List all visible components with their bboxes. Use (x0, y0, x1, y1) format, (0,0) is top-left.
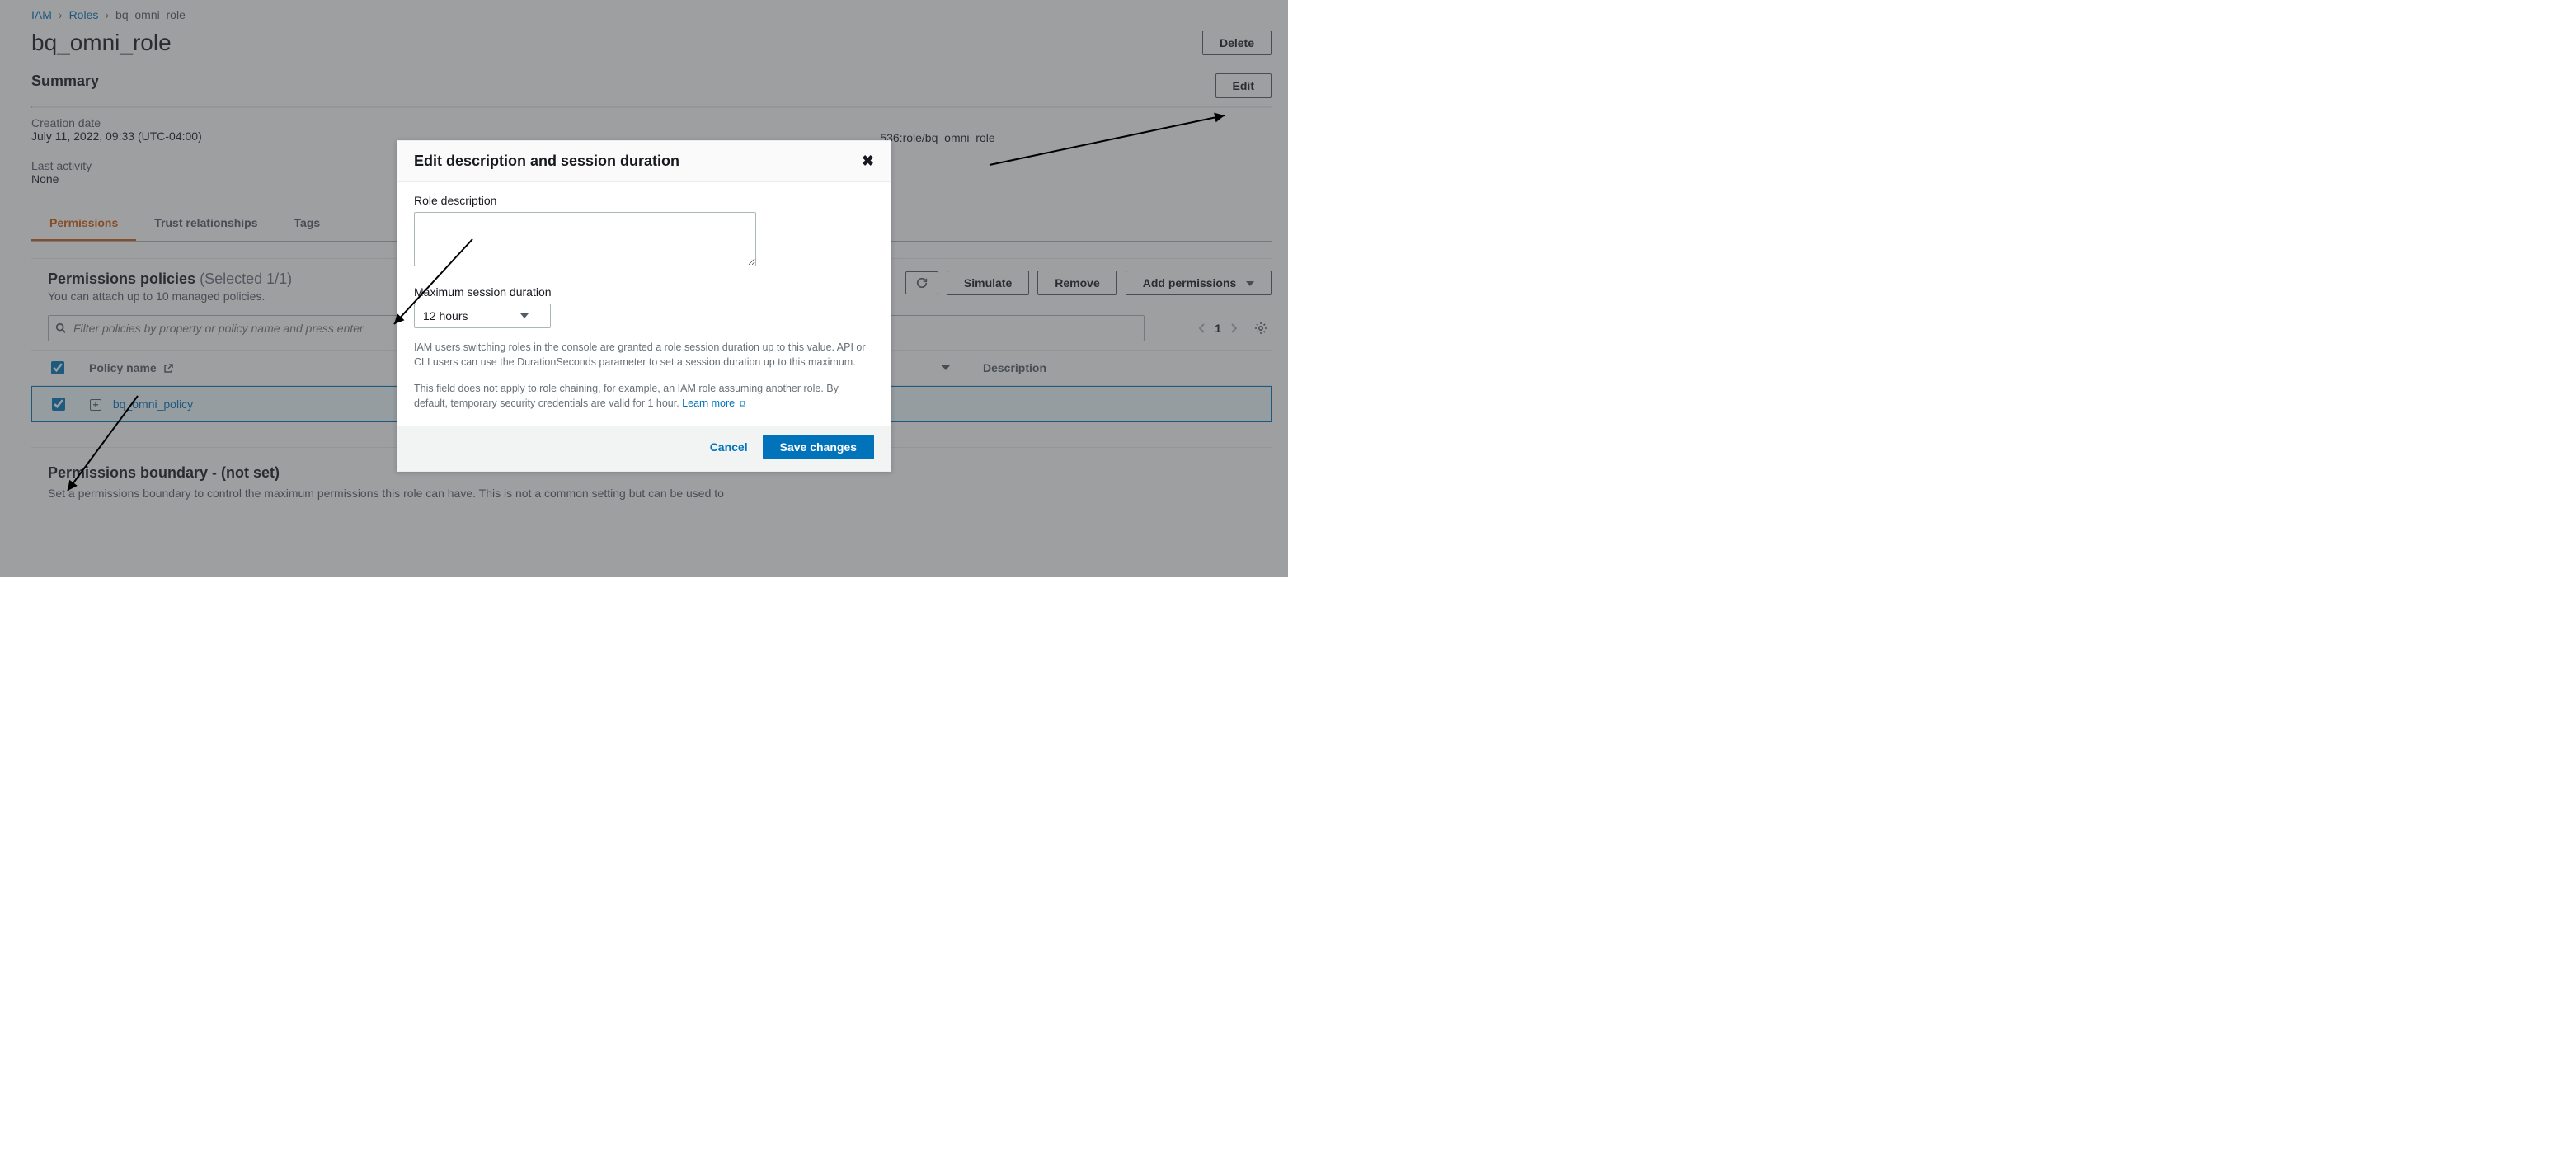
help-text-2-body: This field does not apply to role chaini… (414, 383, 839, 409)
save-changes-button[interactable]: Save changes (763, 435, 874, 459)
help-text-1: IAM users switching roles in the console… (414, 340, 874, 369)
session-duration-value: 12 hours (423, 309, 468, 322)
help-text-2: This field does not apply to role chaini… (414, 381, 874, 412)
role-description-label: Role description (414, 194, 874, 207)
modal-title: Edit description and session duration (414, 153, 679, 170)
caret-down-icon (520, 313, 529, 318)
role-description-textarea[interactable] (414, 212, 756, 266)
session-duration-label: Maximum session duration (414, 285, 874, 299)
learn-more-link[interactable]: Learn more ⧉ (682, 398, 745, 409)
edit-session-modal: Edit description and session duration ✖ … (397, 140, 891, 472)
learn-more-label: Learn more (682, 398, 735, 409)
modal-overlay: Edit description and session duration ✖ … (0, 0, 1288, 576)
cancel-button[interactable]: Cancel (705, 435, 753, 459)
close-icon[interactable]: ✖ (862, 153, 874, 170)
session-duration-select[interactable]: 12 hours (414, 304, 551, 328)
external-link-icon: ⧉ (740, 399, 746, 409)
